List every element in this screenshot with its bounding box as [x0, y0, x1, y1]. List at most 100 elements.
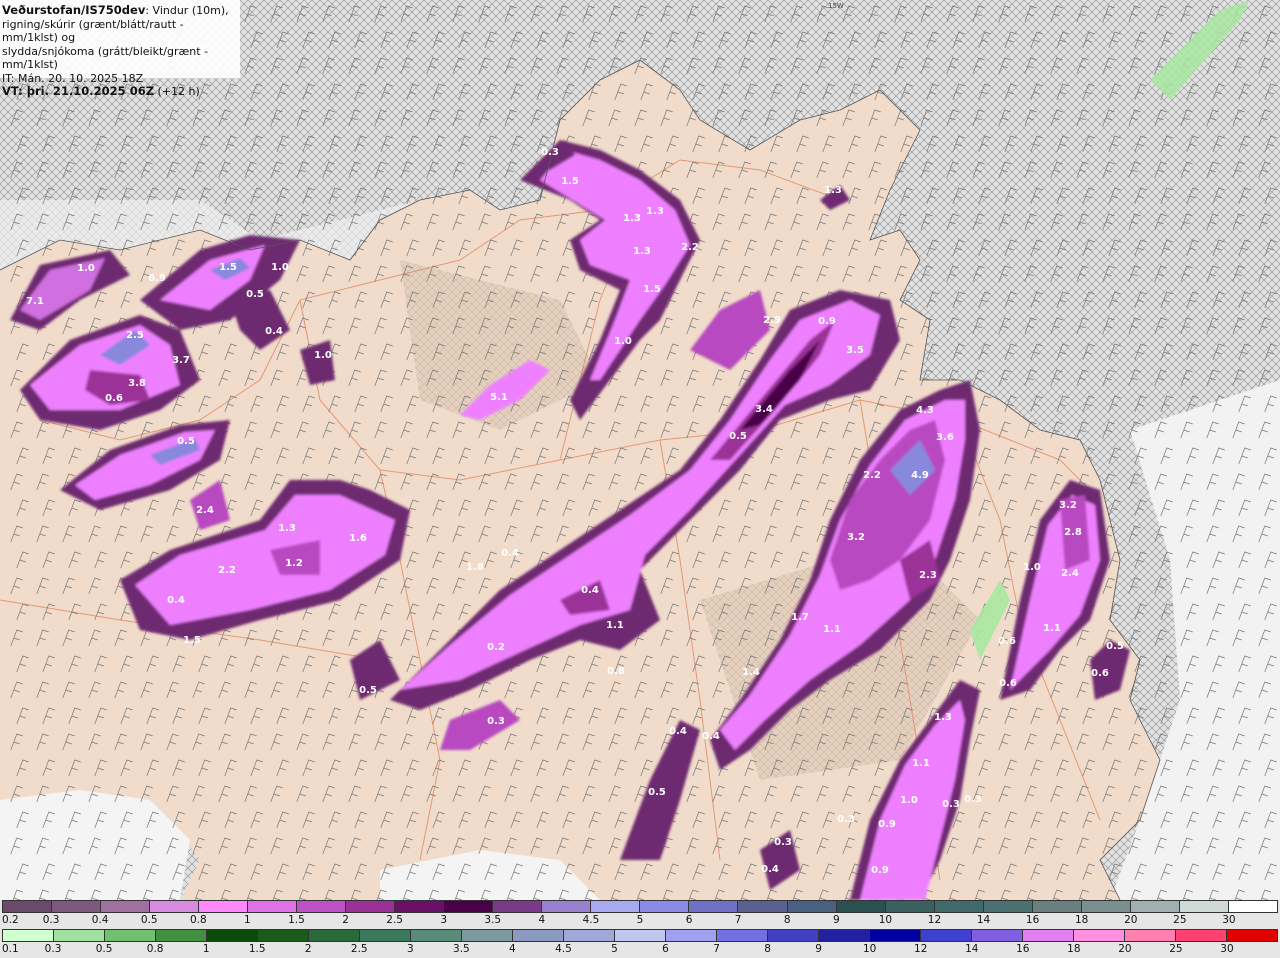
rain-legend-bar	[2, 900, 1278, 913]
legend-swatch	[395, 901, 445, 912]
legend-tick-label: 2.5	[350, 943, 368, 955]
precip-value-label: 1.0	[900, 795, 918, 806]
legend-tick-label: 2	[304, 943, 312, 955]
precip-value-label: 0.4	[265, 326, 283, 337]
legend-swatch	[309, 930, 360, 941]
precip-value-label: 0.4	[761, 864, 779, 875]
legend-swatch	[717, 930, 768, 941]
precip-value-label: 2.2	[681, 242, 699, 253]
legend-swatch	[297, 901, 347, 912]
precip-value-label: 1.3	[633, 246, 651, 257]
precip-value-label: 0.4	[702, 731, 720, 742]
precip-value-label: 1.1	[823, 624, 841, 635]
precip-value-label: 0.2	[487, 642, 505, 653]
legend-swatch	[207, 930, 258, 941]
description-line2: rigning/skúrir (grænt/blátt/rautt - mm/1…	[2, 17, 184, 45]
legend-tick-label: 14	[976, 914, 991, 926]
legend-tick-label: 0.3	[44, 943, 62, 955]
legend-tick-label: 30	[1222, 914, 1236, 926]
legend-tick-label: 0.2	[2, 914, 19, 926]
precip-value-label: 6.9	[148, 273, 166, 284]
legend-swatch	[1074, 930, 1125, 941]
legend-swatch	[972, 930, 1023, 941]
legend-swatch	[1176, 930, 1227, 941]
issue-time: IT: Mán. 20. 10. 2025 18Z	[2, 71, 144, 85]
precip-value-label: 1.3	[934, 712, 952, 723]
legend-swatch	[258, 930, 309, 941]
precip-value-label: 0.4	[501, 548, 519, 559]
legend-swatch	[983, 901, 1033, 912]
legend-swatch	[542, 901, 592, 912]
legend-tick-label: 3.5	[484, 914, 502, 926]
legend-swatch	[1179, 901, 1229, 912]
precip-value-label: 1.0	[77, 263, 95, 274]
legend-swatch	[819, 930, 870, 941]
legend-swatch	[1130, 901, 1180, 912]
legend-swatch	[411, 930, 462, 941]
legend-swatch	[1023, 930, 1074, 941]
legend-tick-label: 3.5	[453, 943, 470, 955]
legend-swatch	[836, 901, 886, 912]
legend-swatch	[870, 930, 921, 941]
legend-tick-label: 10	[862, 943, 877, 955]
legend-swatch	[1228, 901, 1277, 912]
legend-tick-label: 8	[783, 914, 791, 926]
legend-swatch	[360, 930, 411, 941]
legend-swatch	[640, 901, 690, 912]
legend-swatch	[591, 901, 641, 912]
legend-swatch	[513, 930, 564, 941]
precip-value-label: 1.0	[614, 336, 632, 347]
legend-tick-label: 1	[202, 943, 210, 955]
precip-value-label: 3.7	[172, 355, 190, 366]
precip-value-label: 2.4	[1061, 568, 1079, 579]
legend-tick-label: 18	[1075, 914, 1089, 926]
precip-value-label: 0.3	[541, 147, 559, 158]
legend-tick-label: 3	[440, 914, 448, 926]
legend-tick-label: 25	[1169, 943, 1183, 955]
legend-tick-label: 0.8	[146, 943, 164, 955]
weather-map[interactable]: 0.3 1.5 1.3 1.3 1.3 2.2 1.5 1.0 1.0 6.9 1.5 1.0 0.5 7…	[0, 0, 1280, 900]
precip-value-label: 4.9	[911, 470, 929, 481]
precip-value-label: 4.3	[916, 405, 934, 416]
legend-tick-label: 9	[832, 914, 840, 926]
precip-value-label: 0.3	[487, 716, 505, 727]
legend-tick-label: 3	[406, 943, 414, 955]
legend-swatch	[1032, 901, 1082, 912]
precip-value-label: 1.3	[278, 523, 296, 534]
legend-tick-label: 0.8	[189, 914, 207, 926]
precip-value-label: 1.2	[285, 558, 303, 569]
precip-value-label: 2.8	[1064, 527, 1082, 538]
precip-value-label: 0.6	[1091, 668, 1109, 679]
legend-swatch	[885, 901, 935, 912]
legend-tick-label: 7	[713, 943, 720, 955]
legend-tick-label: 8	[764, 943, 771, 955]
precip-value-label: 0.5	[177, 436, 195, 447]
precip-value-label: 0.4	[669, 726, 687, 737]
snow-legend-bar	[2, 929, 1278, 942]
legend-tick-label: 4.5	[582, 914, 600, 926]
description-line3: slydda/snjókoma (grátt/bleikt/grænt - mm…	[2, 44, 209, 72]
legend-tick-label: 30	[1220, 943, 1234, 955]
legend-tick-label: 20	[1118, 943, 1132, 955]
precip-value-label: 1.3	[623, 213, 641, 224]
precip-value-label: 1.1	[912, 758, 930, 769]
legend-swatch	[3, 901, 53, 912]
precip-value-label: 2.5	[126, 330, 144, 341]
precip-value-label: 7.1	[26, 296, 44, 307]
precip-value-label: 0.9	[878, 819, 896, 830]
precip-value-label: 1.0	[271, 262, 289, 273]
legend-tick-label: 4.5	[555, 943, 572, 955]
legend-tick-label: 25	[1173, 914, 1187, 926]
legend-swatch	[101, 901, 151, 912]
precip-value-label: 2.4	[196, 505, 214, 516]
legend-swatch	[156, 930, 207, 941]
legend-tick-label: 18	[1067, 943, 1081, 955]
legend-swatch	[248, 901, 298, 912]
legend-tick-label: 5	[611, 943, 618, 955]
legend-tick-label: 2.5	[386, 914, 403, 926]
description-line1: : Vindur (10m),	[145, 4, 229, 17]
precip-value-label: 0.3	[837, 814, 855, 825]
legend-swatch	[54, 930, 105, 941]
legend-tick-label: 6	[685, 914, 693, 926]
direction-label: 15W	[828, 2, 844, 10]
